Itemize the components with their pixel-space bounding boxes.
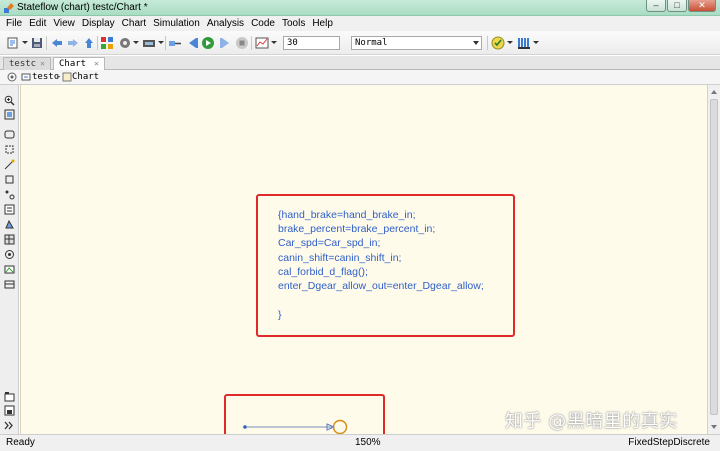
back-icon[interactable] xyxy=(50,36,64,50)
breadcrumb-separator-icon: ▸ xyxy=(56,72,62,82)
chevron-down-icon xyxy=(473,41,479,45)
stateflow-app-icon xyxy=(4,3,14,13)
maximize-button[interactable]: □ xyxy=(667,0,687,12)
forward-icon[interactable] xyxy=(66,36,80,50)
data-store-icon[interactable] xyxy=(4,405,15,416)
action-line[interactable]: {hand_brake=hand_brake_in; xyxy=(278,209,416,221)
action-line[interactable]: enter_Dgear_allow_out=enter_Dgear_allow; xyxy=(278,280,484,292)
status-text: Ready xyxy=(6,437,35,448)
toolbar-separator xyxy=(97,36,98,50)
tab-chart[interactable]: Chart ✕ xyxy=(53,57,105,71)
object-palette xyxy=(0,85,19,434)
breadcrumb-chart[interactable]: Chart xyxy=(72,72,99,82)
tab-close-icon[interactable]: ✕ xyxy=(94,58,99,70)
junction-tool-icon[interactable] xyxy=(4,159,15,170)
toolbar-separator xyxy=(46,36,47,50)
simulation-mode-value: Normal xyxy=(355,38,388,48)
action-line[interactable]: cal_forbid_d_flag(); xyxy=(278,266,368,278)
title-bar: Stateflow (chart) testc/Chart * – □ ✕ xyxy=(0,0,720,16)
menu-display[interactable]: Display xyxy=(82,18,115,29)
library-icon[interactable] xyxy=(100,36,114,50)
stop-icon[interactable] xyxy=(235,36,249,50)
run-icon[interactable] xyxy=(201,36,215,50)
simulink-function-icon[interactable] xyxy=(4,264,15,275)
toolbar-separator xyxy=(165,36,166,50)
scroll-up-icon[interactable] xyxy=(711,90,717,94)
window-controls: – □ ✕ xyxy=(646,0,716,14)
stop-time-input[interactable]: 30 xyxy=(283,36,340,50)
hide-explorer-icon[interactable] xyxy=(7,72,17,82)
menu-tools[interactable]: Tools xyxy=(282,18,305,29)
scope-dropdown-icon[interactable] xyxy=(271,41,277,44)
menu-view[interactable]: View xyxy=(53,18,75,29)
annotation-tool-icon[interactable] xyxy=(4,204,15,215)
up-icon[interactable] xyxy=(82,36,96,50)
history-junction-icon[interactable] xyxy=(4,189,15,200)
default-transition-icon[interactable] xyxy=(4,174,15,185)
hardware-dropdown-icon[interactable] xyxy=(158,41,164,44)
step-back-icon[interactable] xyxy=(186,36,200,50)
close-button[interactable]: ✕ xyxy=(688,0,716,12)
model-settings-icon[interactable] xyxy=(118,36,132,50)
default-transition[interactable] xyxy=(224,416,385,434)
scrollbar-thumb[interactable] xyxy=(710,99,718,415)
step-forward-icon[interactable] xyxy=(218,36,232,50)
build-dropdown-icon[interactable] xyxy=(533,41,539,44)
tab-close-icon[interactable]: ✕ xyxy=(40,58,45,70)
menu-help[interactable]: Help xyxy=(312,18,333,29)
model-icon xyxy=(21,73,31,81)
menu-analysis[interactable]: Analysis xyxy=(207,18,244,29)
toolbar-separator xyxy=(251,36,252,50)
image-tool-icon[interactable] xyxy=(4,279,15,290)
save-icon[interactable] xyxy=(30,36,44,50)
simulation-mode-select[interactable]: Normal xyxy=(351,36,482,50)
vertical-scrollbar[interactable] xyxy=(707,85,720,434)
toolbar: 30 Normal xyxy=(0,31,720,55)
zoom-level: 150% xyxy=(355,437,381,448)
hardware-icon[interactable] xyxy=(142,36,156,50)
action-line[interactable]: } xyxy=(278,309,282,321)
window-title: Stateflow (chart) testc/Chart * xyxy=(17,2,148,13)
chart-icon xyxy=(62,72,72,82)
minimize-button[interactable]: – xyxy=(646,0,666,12)
watermark: 知乎 @黑暗里的真实 xyxy=(505,411,678,432)
menu-chart[interactable]: Chart xyxy=(122,18,146,29)
graphical-function-icon[interactable] xyxy=(4,219,15,230)
menu-code[interactable]: Code xyxy=(251,18,275,29)
matlab-function-icon[interactable] xyxy=(4,249,15,260)
menu-edit[interactable]: Edit xyxy=(29,18,46,29)
explorer-icon[interactable] xyxy=(4,391,15,402)
check-icon[interactable] xyxy=(491,36,505,50)
truth-table-icon[interactable] xyxy=(4,234,15,245)
menu-bar: File Edit View Display Chart Simulation … xyxy=(0,16,720,31)
action-line[interactable]: canin_shift=canin_shift_in; xyxy=(278,252,401,264)
state-tool-icon[interactable] xyxy=(4,129,15,140)
fit-view-icon[interactable] xyxy=(4,109,15,120)
menu-file[interactable]: File xyxy=(6,18,22,29)
expand-palette-icon[interactable] xyxy=(3,420,14,431)
solver-label: FixedStepDiscrete xyxy=(628,437,710,448)
connective-junction xyxy=(332,419,348,434)
tab-bar: testc ✕ Chart ✕ xyxy=(0,56,720,71)
scope-icon[interactable] xyxy=(255,36,269,50)
tab-label: testc xyxy=(9,59,37,69)
new-dropdown-icon[interactable] xyxy=(22,41,28,44)
toolbar-separator xyxy=(487,36,488,50)
tab-testc[interactable]: testc ✕ xyxy=(3,57,51,70)
build-icon[interactable] xyxy=(517,36,531,50)
settings-dropdown-icon[interactable] xyxy=(133,41,139,44)
box-tool-icon[interactable] xyxy=(4,144,15,155)
check-dropdown-icon[interactable] xyxy=(507,41,513,44)
tab-label: Chart xyxy=(59,59,87,69)
connect-icon[interactable] xyxy=(168,36,182,50)
status-bar: Ready 150% FixedStepDiscrete xyxy=(0,434,720,451)
breadcrumb: testc ▸ Chart xyxy=(0,70,720,85)
zoom-in-icon[interactable] xyxy=(4,95,15,106)
menu-simulation[interactable]: Simulation xyxy=(153,18,200,29)
scroll-down-icon[interactable] xyxy=(711,425,717,429)
new-icon[interactable] xyxy=(6,36,20,50)
action-line[interactable]: Car_spd=Car_spd_in; xyxy=(278,237,380,249)
action-line[interactable]: brake_percent=brake_percent_in; xyxy=(278,223,435,235)
